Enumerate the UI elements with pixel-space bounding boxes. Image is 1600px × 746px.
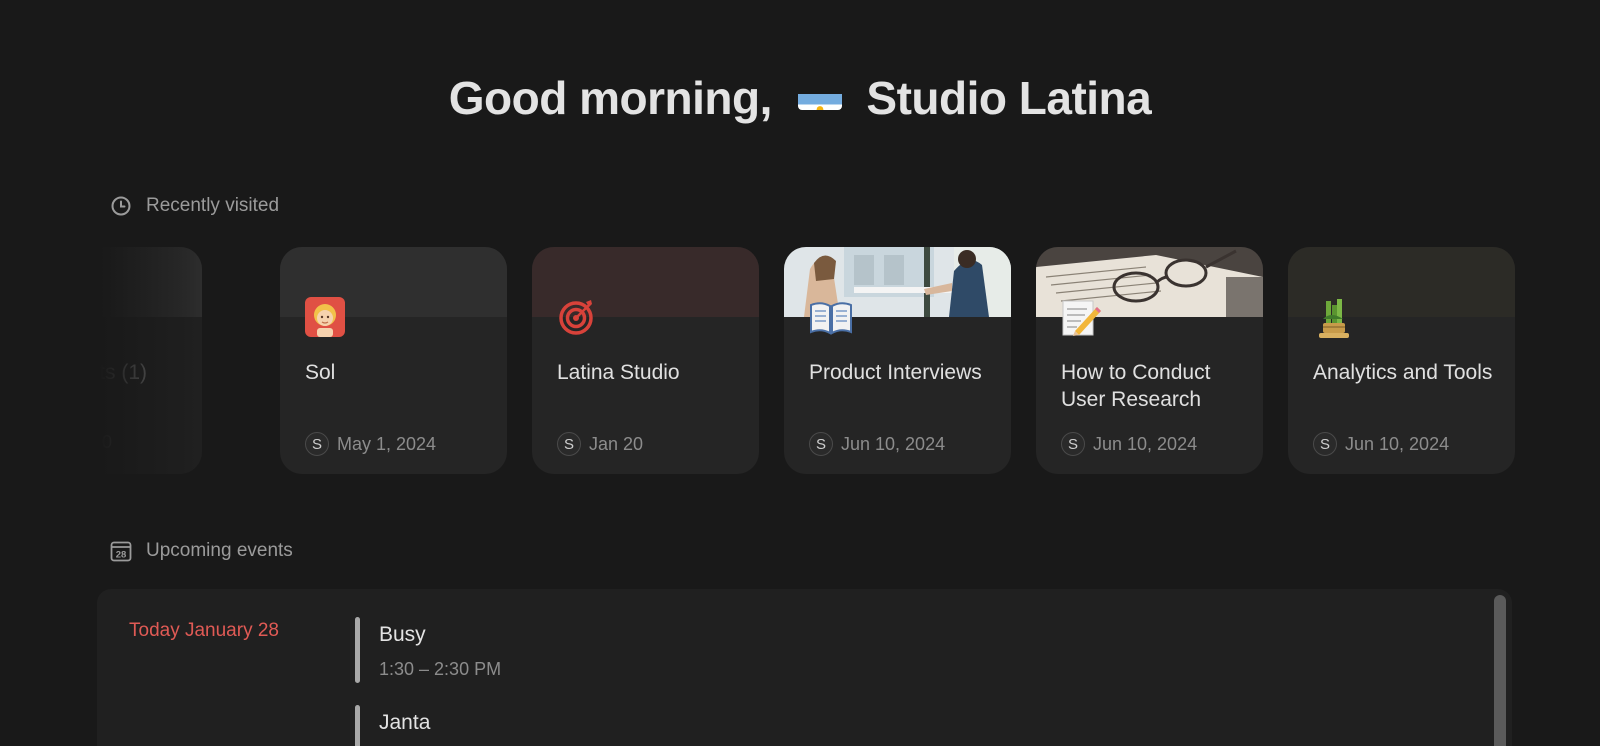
card-title: ects (1) <box>100 361 148 384</box>
card-meta: S May 1, 2024 <box>305 432 436 456</box>
card-cover <box>100 247 202 317</box>
memo-pencil-icon <box>1061 297 1101 337</box>
recent-card-latina-studio[interactable]: Latina Studio S Jan 20 <box>532 247 759 474</box>
card-meta: n 20 <box>100 432 112 453</box>
calendar-28-icon: 28 <box>110 540 132 562</box>
events-scrollbar[interactable] <box>1494 595 1506 746</box>
card-title: How to Conduct User Research <box>1061 361 1211 411</box>
card-meta: S Jun 10, 2024 <box>1061 432 1197 456</box>
upcoming-events-header: 28 Upcoming events <box>110 540 293 562</box>
card-title: Latina Studio <box>557 361 680 384</box>
recently-visited-carousel: ects (1) n 20 Sol S <box>100 247 1520 475</box>
memoji-avatar-icon <box>305 297 345 337</box>
event-title: Janta <box>379 711 431 734</box>
card-date: Jun 10, 2024 <box>1093 433 1198 454</box>
card-title: Sol <box>305 361 336 384</box>
author-avatar: S <box>1061 432 1085 456</box>
recently-visited-label: Recently visited <box>146 195 280 216</box>
recent-card-user-research[interactable]: How to Conduct User Research S Jun 10, 2… <box>1036 247 1263 474</box>
card-meta: S Jun 10, 2024 <box>809 432 945 456</box>
greeting-prefix: Good morning, <box>448 72 773 124</box>
open-book-icon <box>809 297 852 337</box>
target-icon <box>557 297 597 337</box>
card-title: Analytics and Tools <box>1313 361 1493 384</box>
card-date: Jun 10, 2024 <box>841 433 946 454</box>
home-page: Good morning, Studio Latina Recently vis… <box>0 0 1600 746</box>
workspace-name: Studio Latina <box>866 72 1152 124</box>
argentina-flag-icon <box>798 79 843 110</box>
card-meta: S Jan 20 <box>557 432 643 456</box>
calendar-day-number: 28 <box>116 550 127 561</box>
event-color-bar <box>355 617 360 683</box>
card-date: Jun 10, 2024 <box>1345 433 1450 454</box>
author-avatar: S <box>1313 432 1337 456</box>
event-title: Busy <box>379 623 426 646</box>
author-avatar: S <box>557 432 581 456</box>
upcoming-events-label: Upcoming events <box>146 540 293 561</box>
recent-card-analytics-tools[interactable]: Analytics and Tools S Jun 10, 2024 <box>1288 247 1515 474</box>
card-date: Jan 20 <box>589 433 644 454</box>
author-avatar: S <box>305 432 329 456</box>
events-panel: Today January 28 Busy 1:30 – 2:30 PM Jan… <box>97 589 1512 746</box>
clock-icon <box>110 195 132 217</box>
card-meta: S Jun 10, 2024 <box>1313 432 1449 456</box>
author-avatar: S <box>809 432 833 456</box>
card-date: May 1, 2024 <box>337 433 437 454</box>
recent-card-product-interviews[interactable]: Product Interviews S Jun 10, 2024 <box>784 247 1011 474</box>
event-color-bar <box>355 705 360 746</box>
event-time: 1:30 – 2:30 PM <box>379 659 502 679</box>
greeting-heading: Good morning, Studio Latina <box>0 68 1600 128</box>
today-date-label: Today January 28 <box>129 620 279 641</box>
kadomatsu-icon <box>1313 297 1353 338</box>
recent-card[interactable]: ects (1) n 20 <box>100 247 202 474</box>
recent-card-sol[interactable]: Sol S May 1, 2024 <box>280 247 507 474</box>
card-date: n 20 <box>100 432 113 452</box>
recently-visited-header: Recently visited <box>110 195 279 217</box>
card-title: Product Interviews <box>809 361 982 384</box>
